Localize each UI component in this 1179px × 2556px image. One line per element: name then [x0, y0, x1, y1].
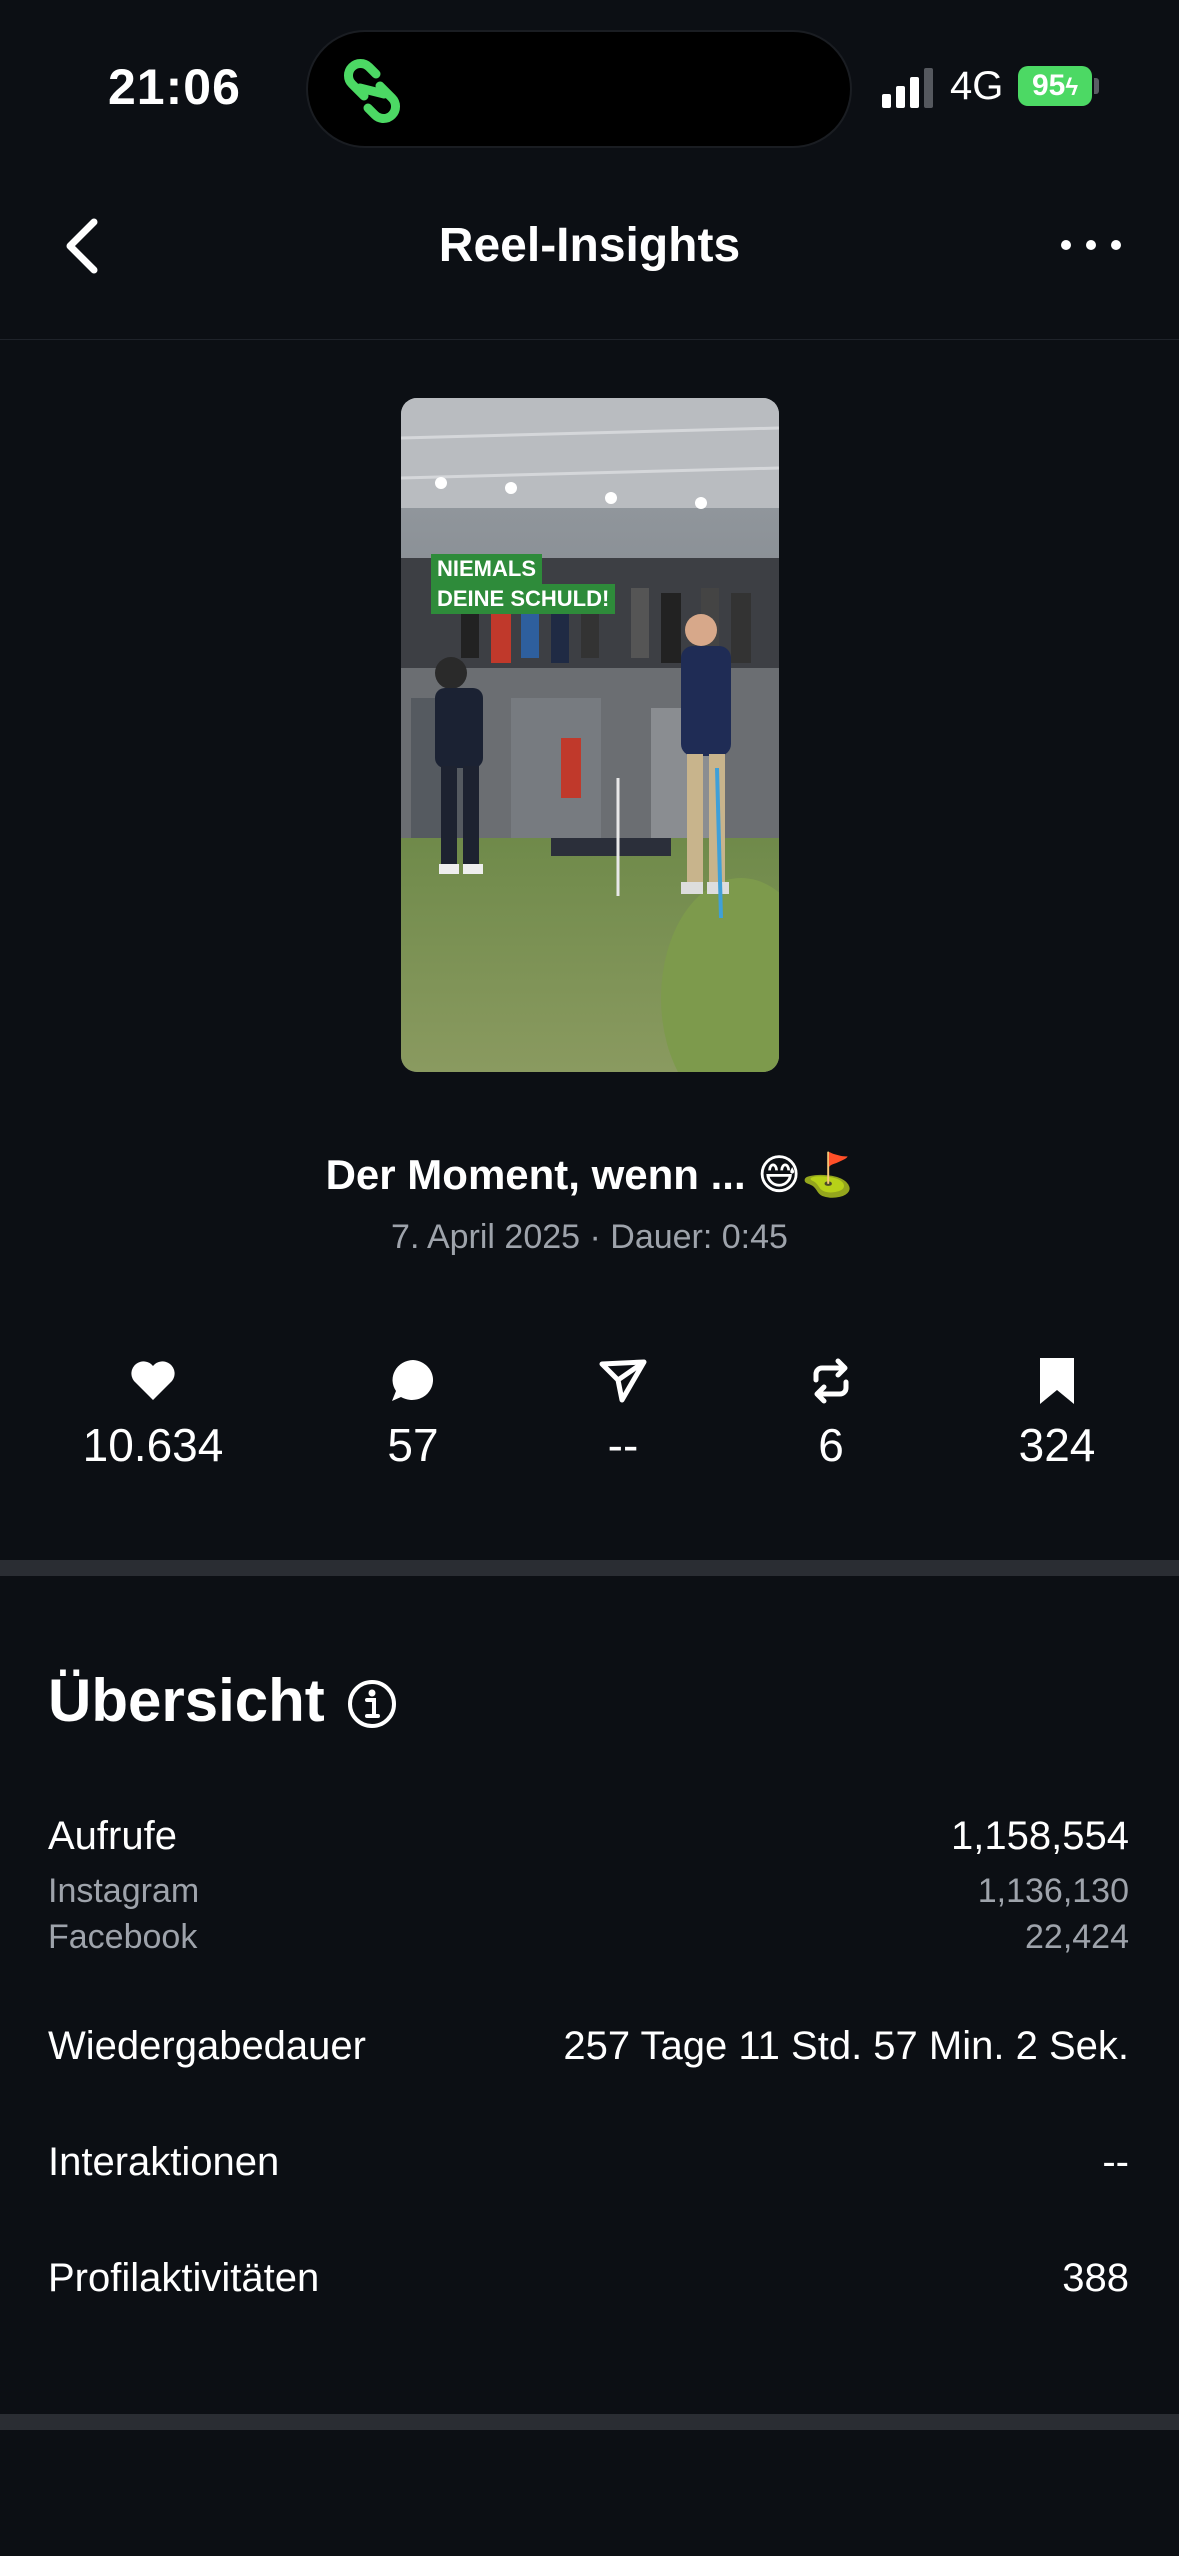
reel-overlay-text-2: DEINE SCHULD!: [431, 584, 616, 614]
reel-caption: Der Moment, wenn ... 😅⛳: [325, 1151, 854, 1198]
network-type: 4G: [950, 64, 1004, 108]
battery-indicator: 95ϟ: [1018, 66, 1092, 106]
likes-stat: 10.634: [43, 1356, 263, 1472]
repost-icon: [813, 1358, 849, 1404]
battery-level: 95: [1031, 69, 1066, 102]
instagram-value: 1,136,130: [977, 1872, 1129, 1910]
comment-icon: [392, 1360, 434, 1401]
profile-activity-value: 388: [1062, 2256, 1129, 2300]
profile-activity-label: Profilaktivitäten: [48, 2256, 320, 2300]
saves-count: 324: [1018, 1419, 1096, 1471]
status-time: 21:06: [108, 59, 241, 115]
reel-preview-image: [401, 398, 779, 1072]
comments-count: 57: [387, 1419, 439, 1471]
battery-tip: [1094, 78, 1099, 94]
section-divider-bottom: [0, 2414, 1179, 2430]
reel-thumbnail[interactable]: NIEMALS DEINE SCHULD!: [401, 398, 779, 1072]
reel-overlay-text-1: NIEMALS: [431, 554, 542, 584]
instagram-label: Instagram: [48, 1872, 200, 1910]
shares-stat: --: [513, 1356, 733, 1472]
nav-bar: Reel-Insights: [0, 170, 1179, 340]
link-icon: [344, 59, 400, 123]
watch-time-value: 257 Tage 11 Std. 57 Min. 2 Sek.: [563, 2024, 1129, 2068]
views-value: 1,158,554: [951, 1814, 1129, 1858]
watch-time-label: Wiedergabedauer: [48, 2024, 366, 2068]
shares-count: --: [607, 1419, 639, 1471]
facebook-label: Facebook: [48, 1918, 198, 1956]
more-options-icon[interactable]: [1056, 230, 1126, 260]
reposts-count: 6: [818, 1419, 844, 1471]
signal-icon: [882, 68, 933, 108]
heart-icon: [131, 1361, 175, 1400]
info-icon[interactable]: [346, 1678, 398, 1730]
dynamic-island: [306, 30, 852, 148]
likes-count: 10.634: [82, 1419, 224, 1471]
views-label: Aufrufe: [48, 1814, 177, 1858]
engagement-stats: 10.634 57 -- 6 324: [0, 1356, 1179, 1486]
status-bar: 21:06 4G 95ϟ: [0, 0, 1179, 170]
bookmark-icon: [1040, 1358, 1074, 1404]
reposts-stat: 6: [721, 1356, 941, 1472]
comments-stat: 57: [303, 1356, 523, 1472]
section-divider: [0, 1560, 1179, 1576]
send-icon: [599, 1359, 647, 1403]
overview-title: Übersicht: [48, 1667, 325, 1734]
interactions-value: --: [1102, 2140, 1129, 2184]
facebook-value: 22,424: [1025, 1918, 1129, 1956]
charging-icon: ϟ: [1065, 74, 1079, 101]
interactions-label: Interaktionen: [48, 2140, 280, 2184]
reel-meta: 7. April 2025 · Dauer: 0:45: [391, 1218, 788, 1256]
page-title: Reel-Insights: [438, 219, 741, 272]
saves-stat: 324: [947, 1356, 1167, 1472]
